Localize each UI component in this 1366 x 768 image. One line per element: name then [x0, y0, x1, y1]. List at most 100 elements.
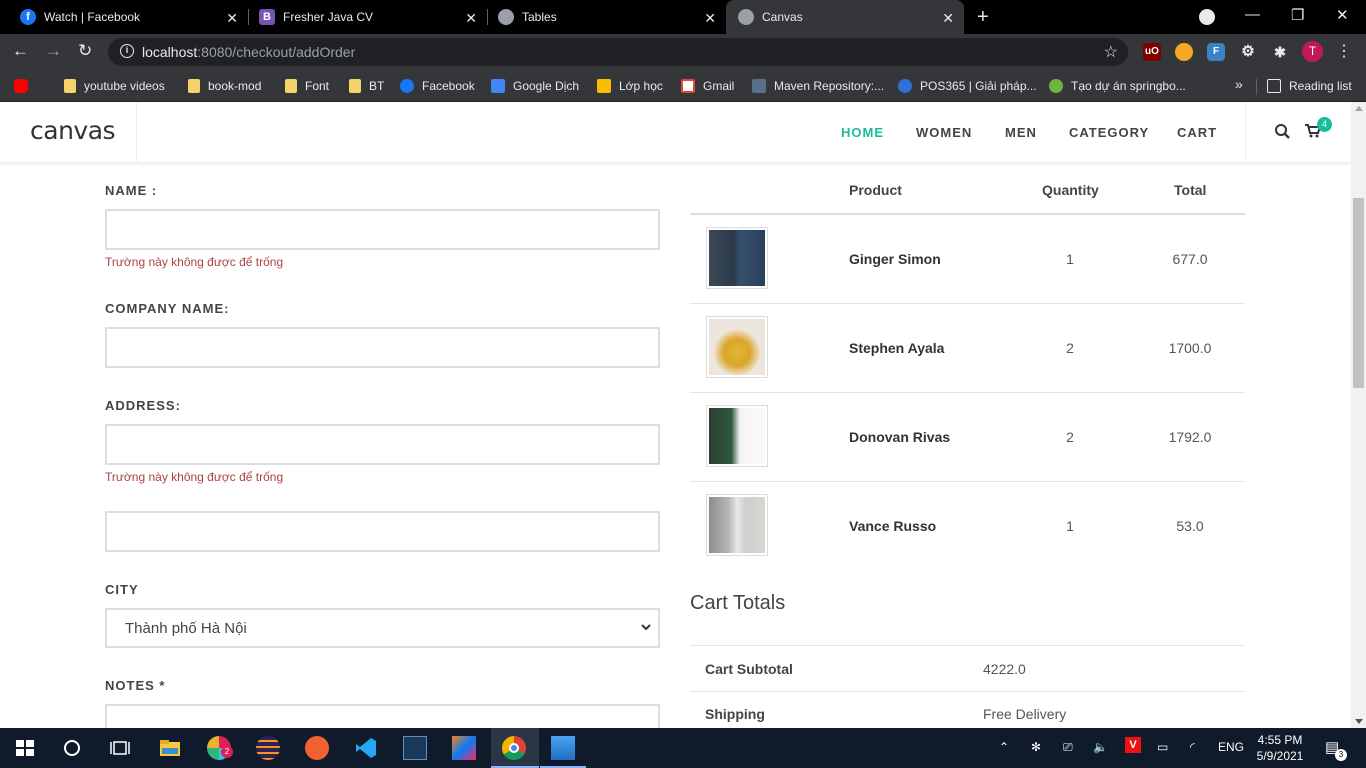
maven-icon	[752, 79, 766, 93]
extension-icon[interactable]	[1175, 43, 1193, 61]
close-icon[interactable]: ✕	[942, 10, 954, 27]
vietkey-icon[interactable]: V	[1125, 737, 1141, 753]
city-select[interactable]: Thành phố Hà Nội	[105, 608, 660, 648]
puzzle-icon[interactable]: ✱	[1271, 43, 1289, 61]
bookmark-label: BT	[369, 79, 385, 93]
product-thumbnail[interactable]	[706, 494, 768, 556]
bookmark-lop-hoc[interactable]: Lớp học	[597, 76, 663, 96]
volume-icon[interactable]: 🔈	[1093, 740, 1108, 754]
minimize-button[interactable]: —	[1245, 6, 1260, 23]
name-label: NAME :	[105, 183, 158, 198]
task-view-icon[interactable]	[108, 736, 132, 760]
reading-list[interactable]: Reading list	[1267, 76, 1352, 96]
system-clock[interactable]: 4:55 PM 5/9/2021	[1250, 732, 1310, 764]
row-divider	[690, 392, 1245, 393]
shipping-label: Shipping	[705, 706, 765, 722]
fonts-extension-icon[interactable]: F	[1207, 43, 1225, 61]
more-bookmarks-icon[interactable]: »	[1235, 76, 1243, 92]
bookmark-facebook[interactable]: Facebook	[400, 76, 475, 96]
slack-tray-icon[interactable]: ✻	[1031, 740, 1041, 754]
profile-avatar[interactable]: T	[1302, 41, 1323, 62]
bookmark-font[interactable]: Font	[285, 76, 329, 96]
product-thumbnail[interactable]	[706, 316, 768, 378]
nav-women[interactable]: WOMEN	[916, 125, 972, 140]
product-name: Vance Russo	[849, 518, 937, 534]
bookmark-bt[interactable]: BT	[349, 76, 384, 96]
browser-tab-strip: f Watch | Facebook ✕ B Fresher Java CV ✕…	[0, 0, 1366, 34]
sql-server-icon[interactable]	[403, 736, 427, 760]
vscode-icon[interactable]	[354, 736, 378, 760]
bookmark-label: Google Dịch	[513, 79, 580, 93]
bookmark-pos365[interactable]: POS365 | Giải pháp...	[898, 76, 1037, 96]
menu-icon[interactable]: ⋮	[1336, 41, 1352, 61]
bookmark-book-mod[interactable]: book-mod	[188, 76, 261, 96]
gear-icon[interactable]: ⚙	[1239, 43, 1257, 61]
scroll-down-arrow-icon[interactable]	[1355, 719, 1363, 724]
back-button[interactable]: ←	[12, 41, 29, 61]
nav-cart[interactable]: CART	[1177, 125, 1217, 140]
bookmark-spring[interactable]: Tạo dự án springbo...	[1049, 76, 1186, 96]
site-logo[interactable]: canvas	[30, 116, 116, 145]
intellij-icon[interactable]	[452, 736, 476, 760]
close-window-button[interactable]: ✕	[1336, 6, 1349, 24]
folder-icon	[349, 79, 361, 93]
file-explorer-icon[interactable]	[158, 736, 182, 760]
site-info-icon[interactable]: i	[120, 44, 134, 58]
meet-now-icon[interactable]: ⎚	[1063, 740, 1073, 755]
product-thumbnail[interactable]	[706, 227, 768, 289]
product-image	[709, 408, 765, 464]
tab-fresher-java-cv[interactable]: B Fresher Java CV ✕	[247, 0, 487, 34]
tab-canvas[interactable]: Canvas ✕	[726, 0, 964, 34]
nav-category[interactable]: CATEGORY	[1069, 125, 1149, 140]
tab-tables[interactable]: Tables ✕	[486, 0, 726, 34]
name-input[interactable]	[105, 209, 660, 250]
forward-button[interactable]: →	[45, 41, 62, 61]
close-icon[interactable]: ✕	[704, 10, 716, 27]
subtotal-label: Cart Subtotal	[705, 661, 793, 677]
bookmark-star-icon[interactable]: ☆	[1104, 42, 1118, 62]
scroll-up-arrow-icon[interactable]	[1355, 106, 1363, 111]
google-translate-icon	[491, 79, 505, 93]
youtube-icon	[14, 79, 28, 93]
close-icon[interactable]: ✕	[226, 10, 238, 27]
chevron-up-icon[interactable]: ⌃	[999, 740, 1009, 754]
bookmark-gmail[interactable]: Gmail	[681, 76, 734, 96]
close-icon[interactable]: ✕	[465, 10, 477, 27]
nav-home[interactable]: HOME	[841, 125, 884, 140]
address-line-2-input[interactable]	[105, 511, 660, 552]
spring-icon	[1049, 79, 1063, 93]
company-name-input[interactable]	[105, 327, 660, 368]
address-bar[interactable]: i localhost:8080/checkout/addOrder ☆	[108, 38, 1128, 66]
notes-label: NOTES *	[105, 678, 166, 693]
page-scrollbar[interactable]	[1351, 102, 1366, 728]
language-indicator[interactable]: ENG	[1218, 740, 1244, 754]
scrollbar-thumb[interactable]	[1353, 198, 1364, 388]
bookmark-maven[interactable]: Maven Repository:...	[752, 76, 884, 96]
tab-facebook[interactable]: f Watch | Facebook ✕	[8, 0, 248, 34]
battery-icon[interactable]: ▭	[1157, 740, 1168, 754]
restore-button[interactable]: ❐	[1291, 6, 1304, 24]
bookmark-youtube-videos[interactable]: youtube videos	[64, 76, 165, 96]
bookmark-google-dich[interactable]: Google Dịch	[491, 76, 579, 96]
youtube-bookmark[interactable]	[14, 76, 36, 96]
chrome-icon[interactable]	[502, 736, 526, 760]
new-tab-button[interactable]: +	[977, 6, 989, 29]
ublock-icon[interactable]: uO	[1143, 43, 1161, 61]
tab-search-icon[interactable]	[1199, 9, 1215, 25]
product-column-header: Product	[849, 182, 902, 198]
wifi-icon[interactable]: ◜	[1190, 740, 1195, 754]
eclipse-icon[interactable]	[256, 736, 280, 760]
notes-textarea[interactable]	[105, 704, 660, 728]
reload-button[interactable]: ↻	[78, 41, 92, 61]
postman-icon[interactable]	[305, 736, 329, 760]
photos-icon[interactable]	[551, 736, 575, 760]
windows-start-icon[interactable]	[13, 736, 37, 760]
bookmark-label: Gmail	[703, 79, 735, 93]
search-icon[interactable]	[60, 736, 84, 760]
address-input[interactable]	[105, 424, 660, 465]
product-thumbnail[interactable]	[706, 405, 768, 467]
nav-men[interactable]: MEN	[1005, 125, 1037, 140]
search-icon[interactable]	[1274, 123, 1291, 140]
product-quantity: 2	[1066, 429, 1074, 445]
gmail-icon	[681, 79, 695, 93]
